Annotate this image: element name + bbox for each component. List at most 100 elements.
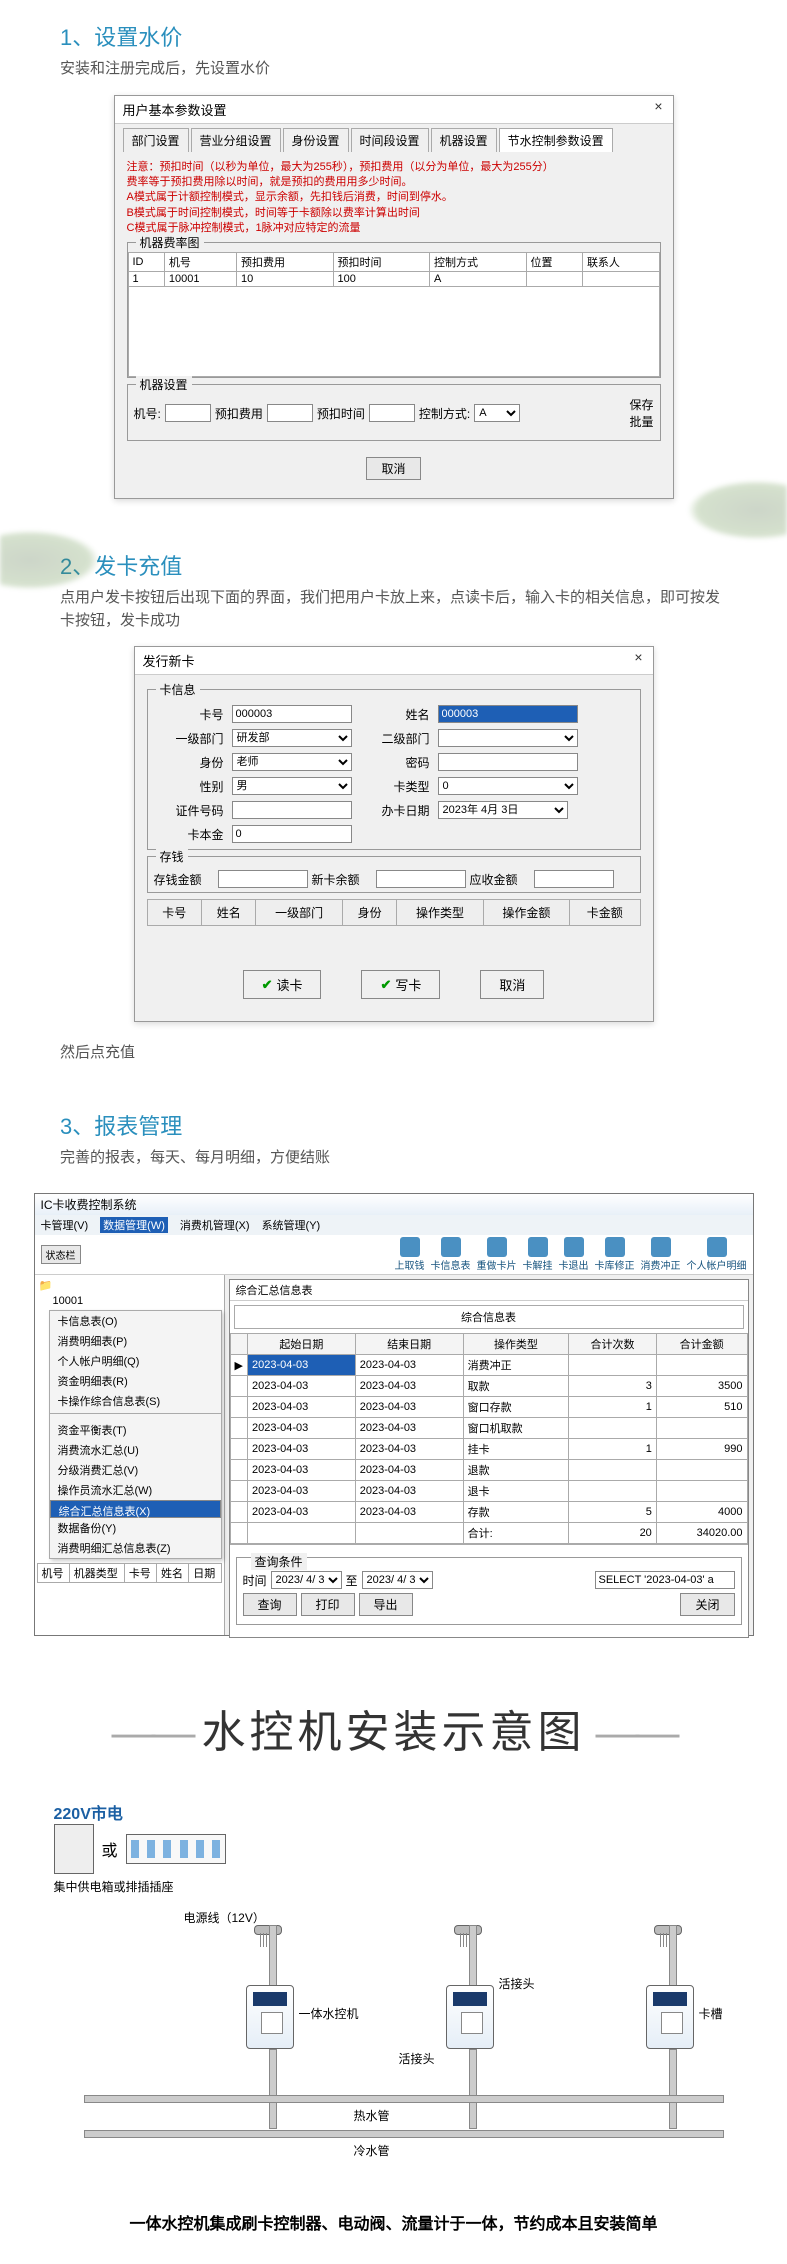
report-row[interactable]: 2023-04-032023-04-03取款33500 xyxy=(230,1376,747,1397)
cond-legend: 查询条件 xyxy=(251,1553,307,1570)
sm-balance[interactable]: 资金平衡表(T) xyxy=(50,1420,221,1440)
inp-deposit[interactable] xyxy=(218,870,308,888)
close-icon[interactable]: × xyxy=(630,649,646,665)
tab-dept[interactable]: 部门设置 xyxy=(123,128,189,152)
inp-sql[interactable] xyxy=(595,1571,735,1589)
menu-card[interactable]: 卡管理(V) xyxy=(41,1217,89,1233)
sm-backup[interactable]: 数据备份(Y) xyxy=(50,1518,221,1538)
fs-deposit-legend: 存钱 xyxy=(156,848,188,865)
sm-oper[interactable]: 操作员流水汇总(W) xyxy=(50,1480,221,1500)
card-ops-table: 卡号 姓名 一级部门 身份 操作类型 操作金额 卡金额 xyxy=(147,899,641,926)
btn-cancel2[interactable]: 取消 xyxy=(480,970,544,999)
menu-system[interactable]: 系统管理(Y) xyxy=(262,1217,321,1233)
report-row[interactable]: 2023-04-032023-04-03挂卡1990 xyxy=(230,1439,747,1460)
dlg-summary: 综合汇总信息表 综合信息表 起始日期 结束日期 操作类型 合计次数 合计金额 ▶… xyxy=(229,1279,749,1638)
l-fee: 预扣费用 xyxy=(215,405,263,422)
gh-1: 机器类型 xyxy=(69,1564,124,1583)
close-icon[interactable]: × xyxy=(650,98,666,114)
sec1-desc: 安装和注册完成后，先设置水价 xyxy=(60,58,727,81)
sm-cardops[interactable]: 卡操作综合信息表(S) xyxy=(50,1391,221,1411)
sel-identity[interactable]: 老师 xyxy=(232,753,352,771)
l-time: 预扣时间 xyxy=(317,405,365,422)
c-mode: A xyxy=(430,272,527,287)
sec3-title: 3、报表管理 xyxy=(60,1109,727,1141)
btn-write[interactable]: ✔写卡 xyxy=(361,970,440,999)
inp-newbal[interactable] xyxy=(376,870,466,888)
btn-close[interactable]: 关闭 xyxy=(680,1593,734,1616)
leaf-decor-right xyxy=(687,480,787,540)
sel-dept2[interactable] xyxy=(438,729,578,747)
btn-batch[interactable]: 批量 xyxy=(629,413,653,430)
report-row[interactable]: 2023-04-032023-04-03窗口存款1510 xyxy=(230,1397,747,1418)
rate-table-row[interactable]: 1 10001 10 100 A xyxy=(128,272,659,287)
l-newbal: 新卡余额 xyxy=(312,871,372,888)
sel-t1[interactable]: 2023/ 4/ 3 xyxy=(271,1571,342,1589)
inp-receivable[interactable] xyxy=(534,870,614,888)
sm-personal[interactable]: 个人帐户明细(Q) xyxy=(50,1351,221,1371)
menu-machine[interactable]: 消费机管理(X) xyxy=(180,1217,250,1233)
sel-cardtype[interactable]: 0 xyxy=(438,777,578,795)
sel-dept1[interactable]: 研发部 xyxy=(232,729,352,747)
app-title: IC卡收费控制系统 xyxy=(35,1194,753,1215)
dlg1-notes: 注意：预扣时间（以秒为单位，最大为255秒），预扣费用（以分为单位，最大为255… xyxy=(127,160,661,237)
tab-bizgroup[interactable]: 营业分组设置 xyxy=(191,128,281,152)
inp-name[interactable] xyxy=(438,705,578,723)
section-issue-card: 2、发卡充值 点用户发卡按钮后出现下面的界面，我们把用户卡放上来，点读卡后，输入… xyxy=(0,529,787,1089)
sm-level[interactable]: 分级消费汇总(V) xyxy=(50,1460,221,1480)
tab-machine[interactable]: 机器设置 xyxy=(431,128,497,152)
sel-mode[interactable]: A xyxy=(474,404,520,422)
sm-fund[interactable]: 资金明细表(R) xyxy=(50,1371,221,1391)
inp-cardbase[interactable] xyxy=(232,825,352,843)
inp-fee[interactable] xyxy=(267,404,313,422)
btn-statusbar[interactable]: 状态栏 xyxy=(41,1245,81,1264)
btn-query[interactable]: 查询 xyxy=(243,1593,297,1616)
btn-print[interactable]: 打印 xyxy=(301,1593,355,1616)
btn-cancel[interactable]: 取消 xyxy=(366,457,420,480)
l-receivable: 应收金额 xyxy=(470,871,530,888)
tool-account[interactable]: 个人帐户明细 xyxy=(687,1237,747,1272)
btn-write-label: 写卡 xyxy=(395,975,421,994)
sel-date[interactable]: 2023年 4月 3日 xyxy=(438,801,568,819)
tree-root[interactable]: 10001 xyxy=(37,1294,222,1308)
tab-water-params[interactable]: 节水控制参数设置 xyxy=(499,128,613,152)
tab-identity[interactable]: 身份设置 xyxy=(283,128,349,152)
tool-cardinfo[interactable]: 卡信息表 xyxy=(431,1237,471,1272)
sm-flow[interactable]: 消费流水汇总(U) xyxy=(50,1440,221,1460)
sm-spend[interactable]: 消费明细表(P) xyxy=(50,1331,221,1351)
report-row[interactable]: 2023-04-032023-04-03退款 xyxy=(230,1460,747,1481)
report-row[interactable]: 2023-04-032023-04-03存款54000 xyxy=(230,1502,747,1523)
tool-unhold[interactable]: 卡解挂 xyxy=(523,1237,553,1272)
cardinfo-icon xyxy=(441,1237,461,1257)
btn-save[interactable]: 保存 xyxy=(629,396,653,413)
inp-pwd[interactable] xyxy=(438,753,578,771)
report-row[interactable]: 2023-04-032023-04-03退卡 xyxy=(230,1481,747,1502)
l-dept2: 二级部门 xyxy=(360,730,430,747)
sm-summary[interactable]: 综合汇总信息表(X) xyxy=(50,1500,221,1518)
tool-fixlib[interactable]: 卡库修正 xyxy=(595,1237,635,1272)
sm-cardinfo[interactable]: 卡信息表(O) xyxy=(50,1311,221,1331)
th-cardno: 卡号 xyxy=(147,900,201,926)
inp-time[interactable] xyxy=(369,404,415,422)
c-pos xyxy=(526,272,582,287)
inp-idno[interactable] xyxy=(232,801,352,819)
psu-group: 或 xyxy=(54,1824,734,1874)
fixlib-icon xyxy=(605,1237,625,1257)
sel-gender[interactable]: 男 xyxy=(232,777,352,795)
btn-export[interactable]: 导出 xyxy=(359,1593,413,1616)
report-row[interactable]: 合计:2034020.00 xyxy=(230,1523,747,1544)
report-row[interactable]: 2023-04-032023-04-03窗口机取款 xyxy=(230,1418,747,1439)
btn-read[interactable]: ✔读卡 xyxy=(243,970,322,999)
inp-cardno[interactable] xyxy=(232,705,352,723)
tab-timeslot[interactable]: 时间段设置 xyxy=(351,128,429,152)
tool-reverse[interactable]: 消费冲正 xyxy=(641,1237,681,1272)
sec2-after: 然后点充值 xyxy=(60,1042,727,1065)
tool-remake[interactable]: 重做卡片 xyxy=(477,1237,517,1272)
sm-spendsum[interactable]: 消费明细汇总信息表(Z) xyxy=(50,1538,221,1558)
menu-data[interactable]: 数据管理(W) xyxy=(100,1217,168,1233)
sel-t2[interactable]: 2023/ 4/ 3 xyxy=(362,1571,433,1589)
lbl-cold: 冷水管 xyxy=(354,2142,390,2159)
report-row[interactable]: ▶2023-04-032023-04-03消费冲正 xyxy=(230,1355,747,1376)
inp-jh[interactable] xyxy=(165,404,211,422)
tool-exit[interactable]: 卡退出 xyxy=(559,1237,589,1272)
tool-withdraw[interactable]: 上取钱 xyxy=(395,1237,425,1272)
